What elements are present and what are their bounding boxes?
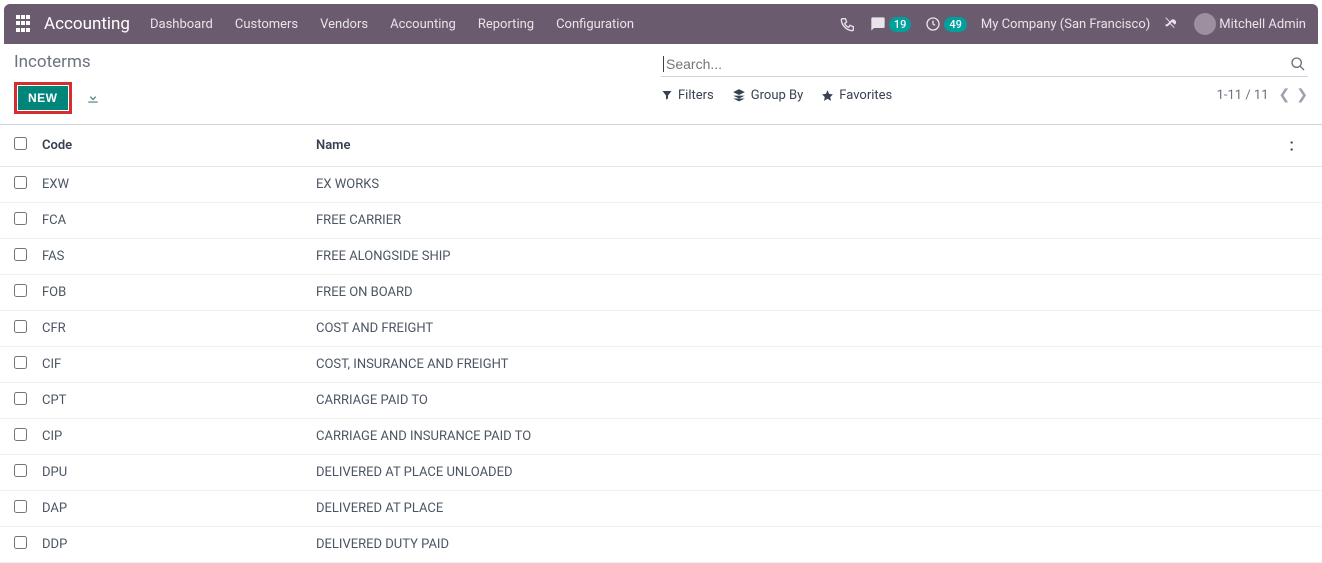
menu-reporting[interactable]: Reporting <box>478 17 534 32</box>
cell-code: CIF <box>42 357 316 372</box>
cell-name: FREE CARRIER <box>316 213 1280 228</box>
row-checkbox[interactable] <box>14 356 27 369</box>
messages-icon[interactable]: 19 <box>870 16 912 32</box>
select-all-checkbox[interactable] <box>14 137 27 150</box>
search-icon[interactable] <box>1290 56 1306 72</box>
pager-text: 1-11 / 11 <box>1217 88 1269 103</box>
app-title[interactable]: Accounting <box>44 14 130 34</box>
table-row[interactable]: EXWEX WORKS <box>0 167 1322 203</box>
table-header: Code Name <box>0 125 1322 167</box>
activities-badge: 49 <box>944 17 967 32</box>
cell-name: COST, INSURANCE AND FREIGHT <box>316 357 1280 372</box>
incoterms-table: Code Name EXWEX WORKSFCAFREE CARRIERFASF… <box>0 125 1322 563</box>
table-row[interactable]: CIFCOST, INSURANCE AND FREIGHT <box>0 347 1322 383</box>
table-row[interactable]: CPTCARRIAGE PAID TO <box>0 383 1322 419</box>
cell-name: CARRIAGE AND INSURANCE PAID TO <box>316 429 1280 444</box>
column-name[interactable]: Name <box>316 138 1280 153</box>
apps-icon[interactable] <box>16 15 34 33</box>
cell-name: DELIVERED DUTY PAID <box>316 537 1280 552</box>
cell-name: DELIVERED AT PLACE UNLOADED <box>316 465 1280 480</box>
cell-name: CARRIAGE PAID TO <box>316 393 1280 408</box>
messages-badge: 19 <box>889 17 912 32</box>
cell-name: COST AND FREIGHT <box>316 321 1280 336</box>
topbar: Accounting Dashboard Customers Vendors A… <box>4 4 1318 44</box>
row-checkbox[interactable] <box>14 176 27 189</box>
row-checkbox[interactable] <box>14 212 27 225</box>
cell-code: DDP <box>42 537 316 552</box>
row-checkbox[interactable] <box>14 428 27 441</box>
row-checkbox[interactable] <box>14 536 27 549</box>
row-checkbox[interactable] <box>14 392 27 405</box>
cell-code: CIP <box>42 429 316 444</box>
table-row[interactable]: DDPDELIVERED DUTY PAID <box>0 527 1322 563</box>
table-row[interactable]: DPUDELIVERED AT PLACE UNLOADED <box>0 455 1322 491</box>
activities-icon[interactable]: 49 <box>925 16 967 32</box>
menu-dashboard[interactable]: Dashboard <box>150 17 213 32</box>
user-menu[interactable]: Mitchell Admin <box>1194 13 1306 35</box>
cell-code: DPU <box>42 465 316 480</box>
column-code[interactable]: Code <box>42 138 316 153</box>
star-icon <box>821 89 834 102</box>
row-checkbox[interactable] <box>14 248 27 261</box>
avatar-icon <box>1194 13 1216 35</box>
table-row[interactable]: CFRCOST AND FREIGHT <box>0 311 1322 347</box>
pager-prev[interactable]: ❮ <box>1279 87 1291 103</box>
menu-accounting[interactable]: Accounting <box>390 17 456 32</box>
pager-next[interactable]: ❯ <box>1296 87 1308 103</box>
pager: 1-11 / 11 ❮ ❯ <box>1217 87 1308 103</box>
download-icon[interactable] <box>86 91 100 105</box>
page-title: Incoterms <box>14 52 661 72</box>
new-button[interactable]: NEW <box>18 86 68 110</box>
cell-code: FOB <box>42 285 316 300</box>
table-row[interactable]: DAPDELIVERED AT PLACE <box>0 491 1322 527</box>
menu-configuration[interactable]: Configuration <box>556 17 634 32</box>
row-checkbox[interactable] <box>14 500 27 513</box>
search-box[interactable] <box>661 52 1308 77</box>
tools-icon[interactable] <box>1164 16 1180 32</box>
control-panel: Incoterms NEW Filters Group By <box>0 44 1322 114</box>
new-button-highlight: NEW <box>14 82 72 114</box>
favorites-button[interactable]: Favorites <box>821 88 892 103</box>
favorites-label: Favorites <box>839 88 892 103</box>
cell-code: FCA <box>42 213 316 228</box>
row-checkbox[interactable] <box>14 320 27 333</box>
groupby-button[interactable]: Group By <box>732 88 804 103</box>
table-row[interactable]: FCAFREE CARRIER <box>0 203 1322 239</box>
cell-code: FAS <box>42 249 316 264</box>
cell-name: FREE ON BOARD <box>316 285 1280 300</box>
row-checkbox[interactable] <box>14 464 27 477</box>
cell-code: CPT <box>42 393 316 408</box>
filters-label: Filters <box>678 88 714 103</box>
filter-icon <box>661 89 673 101</box>
top-menu: Dashboard Customers Vendors Accounting R… <box>150 17 634 32</box>
cell-name: DELIVERED AT PLACE <box>316 501 1280 516</box>
cell-code: CFR <box>42 321 316 336</box>
table-row[interactable]: CIPCARRIAGE AND INSURANCE PAID TO <box>0 419 1322 455</box>
cell-name: EX WORKS <box>316 177 1280 192</box>
menu-customers[interactable]: Customers <box>235 17 298 32</box>
table-row[interactable]: FASFREE ALONGSIDE SHIP <box>0 239 1322 275</box>
groupby-label: Group By <box>751 88 804 103</box>
layers-icon <box>732 88 746 102</box>
row-checkbox[interactable] <box>14 284 27 297</box>
filters-button[interactable]: Filters <box>661 88 714 103</box>
menu-vendors[interactable]: Vendors <box>320 17 368 32</box>
cell-code: EXW <box>42 177 316 192</box>
user-name: Mitchell Admin <box>1219 17 1306 32</box>
company-selector[interactable]: My Company (San Francisco) <box>981 17 1150 32</box>
search-input[interactable] <box>666 56 1290 72</box>
cell-code: DAP <box>42 501 316 516</box>
table-row[interactable]: FOBFREE ON BOARD <box>0 275 1322 311</box>
phone-icon[interactable] <box>840 16 856 32</box>
cell-name: FREE ALONGSIDE SHIP <box>316 249 1280 264</box>
column-options-icon[interactable] <box>1280 139 1308 153</box>
